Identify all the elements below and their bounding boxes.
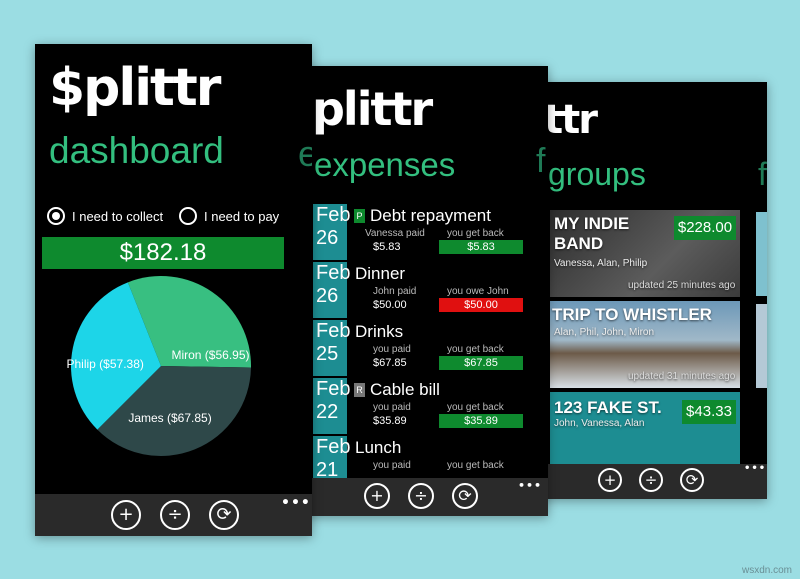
more-icon[interactable]: •••	[281, 496, 311, 510]
radio-button[interactable]	[179, 207, 197, 225]
add-icon[interactable]: +	[598, 468, 622, 492]
group-balance: $228.00	[674, 216, 736, 240]
pie-slice-label: Philip ($57.38)	[67, 357, 144, 371]
group-members: Alan, Phil, John, Miron	[554, 327, 655, 338]
page-title: expenses	[314, 146, 456, 183]
app-logo: plittr	[312, 82, 433, 136]
expense-row[interactable]: Feb 26 P Debt repayment Vanessa paid $5.8…	[313, 204, 548, 260]
watermark: wsxdn.com	[741, 565, 792, 576]
app-bar: + ÷ ⟳	[538, 464, 767, 499]
more-icon[interactable]: •••	[744, 464, 766, 474]
paid-amount: $35.89	[373, 415, 407, 427]
page-title: dashboard	[49, 130, 224, 171]
paid-amount: $50.00	[373, 299, 407, 311]
split-icon[interactable]: ÷	[639, 468, 663, 492]
peek-tile	[756, 212, 767, 296]
sync-icon[interactable]: ⟳	[452, 483, 478, 509]
group-card[interactable]: MY INDIE BAND Vanessa, Alan, Philip $228…	[550, 210, 740, 297]
app-bar: + ÷ ⟳	[296, 478, 548, 516]
pie-slice-label: James ($67.85)	[128, 411, 211, 425]
group-card[interactable]: TRIP TO WHISTLER Alan, Phil, John, Miron…	[550, 301, 740, 388]
expense-row[interactable]: Feb 22 R Cable bill you paid $35.89 you g…	[313, 378, 548, 434]
split-icon[interactable]: ÷	[408, 483, 434, 509]
next-pivot-peek[interactable]: e	[298, 136, 312, 172]
app-logo: $plittr	[49, 58, 221, 118]
dashboard-screen: $plittr dashboard e I need to collect I …	[35, 44, 312, 536]
group-updated: updated 25 minutes ago	[628, 280, 736, 291]
date-tile: Feb 22	[313, 378, 350, 434]
group-balance: $43.33	[682, 400, 736, 424]
app-logo: ttr	[544, 97, 598, 143]
more-icon[interactable]: •••	[518, 480, 542, 491]
balance-status: you get back	[447, 228, 504, 239]
sync-icon[interactable]: ⟳	[680, 468, 704, 492]
total-amount: $182.18	[42, 237, 284, 269]
balance-pie-chart: Miron ($56.95) James ($67.85) Philip ($57.…	[67, 276, 251, 456]
expense-tag: R	[354, 383, 365, 397]
balance-status: you get back	[447, 460, 504, 471]
next-pivot-peek[interactable]: f	[536, 144, 545, 178]
expense-title: Dinner	[355, 264, 406, 283]
expense-title: Cable bill	[370, 380, 440, 399]
balance-amount: $67.85	[439, 356, 523, 370]
expense-row[interactable]: Feb 21 Lunch you paid you get back	[313, 436, 548, 484]
sync-icon[interactable]: ⟳	[209, 500, 239, 530]
group-name: TRIP TO WHISTLER	[552, 305, 712, 324]
date-tile: Feb 26	[313, 262, 350, 318]
payer-text: you paid	[373, 344, 411, 355]
balance-status: you get back	[447, 344, 504, 355]
payer-text: John paid	[373, 286, 417, 297]
app-bar: + ÷ ⟳	[35, 494, 312, 536]
expenses-screen: plittr e expenses f Feb26 P Debt repayme…	[296, 66, 548, 516]
group-card[interactable]: 123 FAKE ST. John, Vanessa, Alan $43.33	[550, 392, 740, 464]
expense-row[interactable]: Feb 25 Drinks you paid $67.85 you get bac…	[313, 320, 548, 376]
expense-tag: P	[354, 209, 365, 223]
group-updated: updated 31 minutes ago	[628, 371, 736, 382]
expense-title: Drinks	[355, 322, 404, 341]
add-icon[interactable]: +	[364, 483, 390, 509]
balance-amount: $50.00	[439, 298, 523, 312]
date-tile: Feb 21	[313, 436, 350, 484]
page-title: groups	[548, 156, 646, 192]
payer-text: Vanessa paid	[365, 228, 425, 239]
group-name: MY INDIE BAND	[554, 214, 630, 253]
balance-status: you get back	[447, 402, 504, 413]
group-members: Vanessa, Alan, Philip	[554, 258, 648, 269]
add-icon[interactable]: +	[111, 500, 141, 530]
next-pivot-peek[interactable]: f	[758, 158, 767, 190]
pie-slice-label: Miron ($56.95)	[171, 348, 249, 362]
groups-screen: ttr f groups f MY INDIE BAND Vanessa, Al…	[538, 82, 767, 499]
expense-row[interactable]: Feb 26 Dinner John paid $50.00 you owe Jo…	[313, 262, 548, 318]
expense-list: Feb 26 P Debt repayment Vanessa paid $5.8…	[313, 204, 548, 484]
peek-tile	[756, 304, 767, 388]
expense-title: Debt repayment	[370, 206, 491, 225]
split-icon[interactable]: ÷	[160, 500, 190, 530]
payer-text: you paid	[373, 402, 411, 413]
date-tile: Feb 26	[313, 204, 350, 260]
radio-label: I need to pay	[204, 209, 280, 224]
expense-title: Lunch	[355, 438, 402, 457]
radio-button-selected[interactable]	[47, 207, 65, 225]
date-tile: Feb 25	[313, 320, 350, 376]
group-members: John, Vanessa, Alan	[554, 418, 645, 429]
paid-amount: $5.83	[373, 241, 401, 253]
group-name: 123 FAKE ST.	[554, 398, 662, 417]
paid-amount: $67.85	[373, 357, 407, 369]
balance-amount: $35.89	[439, 414, 523, 428]
balance-amount: $5.83	[439, 240, 523, 254]
payer-text: you paid	[373, 460, 411, 471]
radio-label: I need to collect	[72, 209, 164, 224]
balance-status: you owe John	[447, 286, 509, 297]
